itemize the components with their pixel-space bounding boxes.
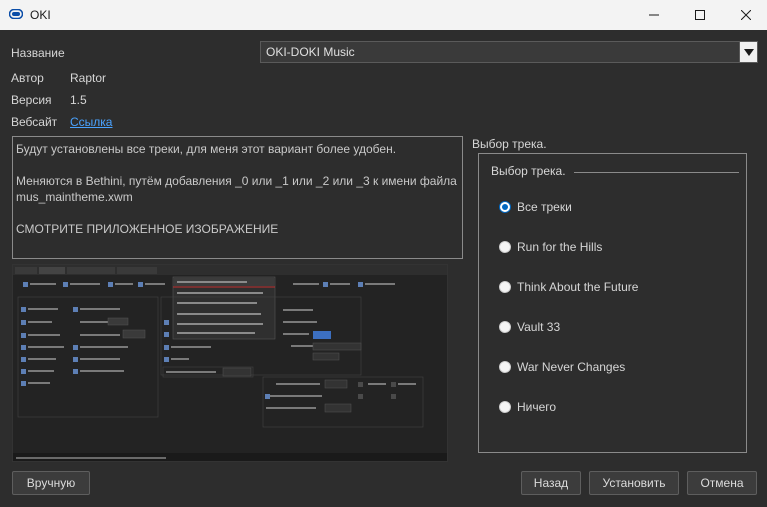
maximize-button[interactable] — [677, 0, 723, 30]
group-divider — [574, 172, 739, 173]
description-line: mus_maintheme.xwm — [16, 190, 133, 204]
client-area: Название OKI-DOKI Music Автор Raptor Вер… — [0, 30, 767, 507]
radio-label: War Never Changes — [517, 360, 626, 374]
radio-nothing[interactable]: Ничего — [499, 399, 739, 417]
radio-unselected-icon — [499, 241, 511, 253]
radio-unselected-icon — [499, 281, 511, 293]
website-link[interactable]: Ссылка — [70, 115, 112, 129]
version-value: 1.5 — [70, 93, 87, 107]
mod-select[interactable]: OKI-DOKI Music — [260, 41, 758, 63]
author-label: Автор — [11, 71, 44, 85]
radio-unselected-icon — [499, 321, 511, 333]
close-icon — [741, 10, 751, 20]
radio-think-about-the-future[interactable]: Think About the Future — [499, 279, 739, 297]
version-label: Версия — [11, 93, 52, 107]
radio-unselected-icon — [499, 401, 511, 413]
dropdown-button[interactable] — [739, 42, 757, 62]
name-label: Название — [11, 46, 65, 60]
radio-war-never-changes[interactable]: War Never Changes — [499, 359, 739, 377]
app-logo-icon — [9, 9, 23, 19]
chevron-down-icon — [743, 48, 754, 56]
description-line: Меняются в Bethini, путём добавления _0 … — [16, 174, 457, 188]
radio-vault-33[interactable]: Vault 33 — [499, 319, 739, 337]
website-label: Вебсайт — [11, 115, 58, 129]
radio-label: Run for the Hills — [517, 240, 603, 254]
maximize-icon — [695, 10, 705, 20]
track-group-outer-title: Выбор трека. — [472, 137, 547, 151]
description-box[interactable]: Будут установлены все треки, для меня эт… — [12, 136, 463, 259]
radio-label: Think About the Future — [517, 280, 639, 294]
radio-label: Vault 33 — [517, 320, 561, 334]
radio-run-for-the-hills[interactable]: Run for the Hills — [499, 239, 739, 257]
description-line: Будут установлены все треки, для меня эт… — [16, 142, 397, 156]
author-value: Raptor — [70, 71, 107, 85]
title-bar: OKI — [0, 0, 767, 30]
preview-image-graphic — [13, 265, 447, 461]
radio-selected-icon — [499, 201, 511, 213]
window-title: OKI — [30, 8, 51, 22]
radio-label: Ничего — [517, 400, 557, 414]
close-button[interactable] — [723, 0, 767, 30]
preview-image — [12, 264, 448, 462]
radio-all-tracks[interactable]: Все треки — [499, 199, 739, 217]
cancel-button[interactable]: Отмена — [687, 471, 757, 495]
radio-label: Все треки — [517, 200, 572, 214]
track-selection-group: Выбор трека. Все треки Run for the Hills… — [478, 153, 747, 453]
radio-unselected-icon — [499, 361, 511, 373]
manual-button[interactable]: Вручную — [12, 471, 90, 495]
back-button[interactable]: Назад — [521, 471, 581, 495]
description-line: СМОТРИТЕ ПРИЛОЖЕННОЕ ИЗОБРАЖЕНИЕ — [16, 222, 279, 236]
mod-select-value: OKI-DOKI Music — [266, 45, 355, 59]
track-group-inner-title: Выбор трека. — [491, 164, 566, 178]
minimize-button[interactable] — [631, 0, 677, 30]
install-button[interactable]: Установить — [589, 471, 679, 495]
minimize-icon — [649, 14, 659, 16]
